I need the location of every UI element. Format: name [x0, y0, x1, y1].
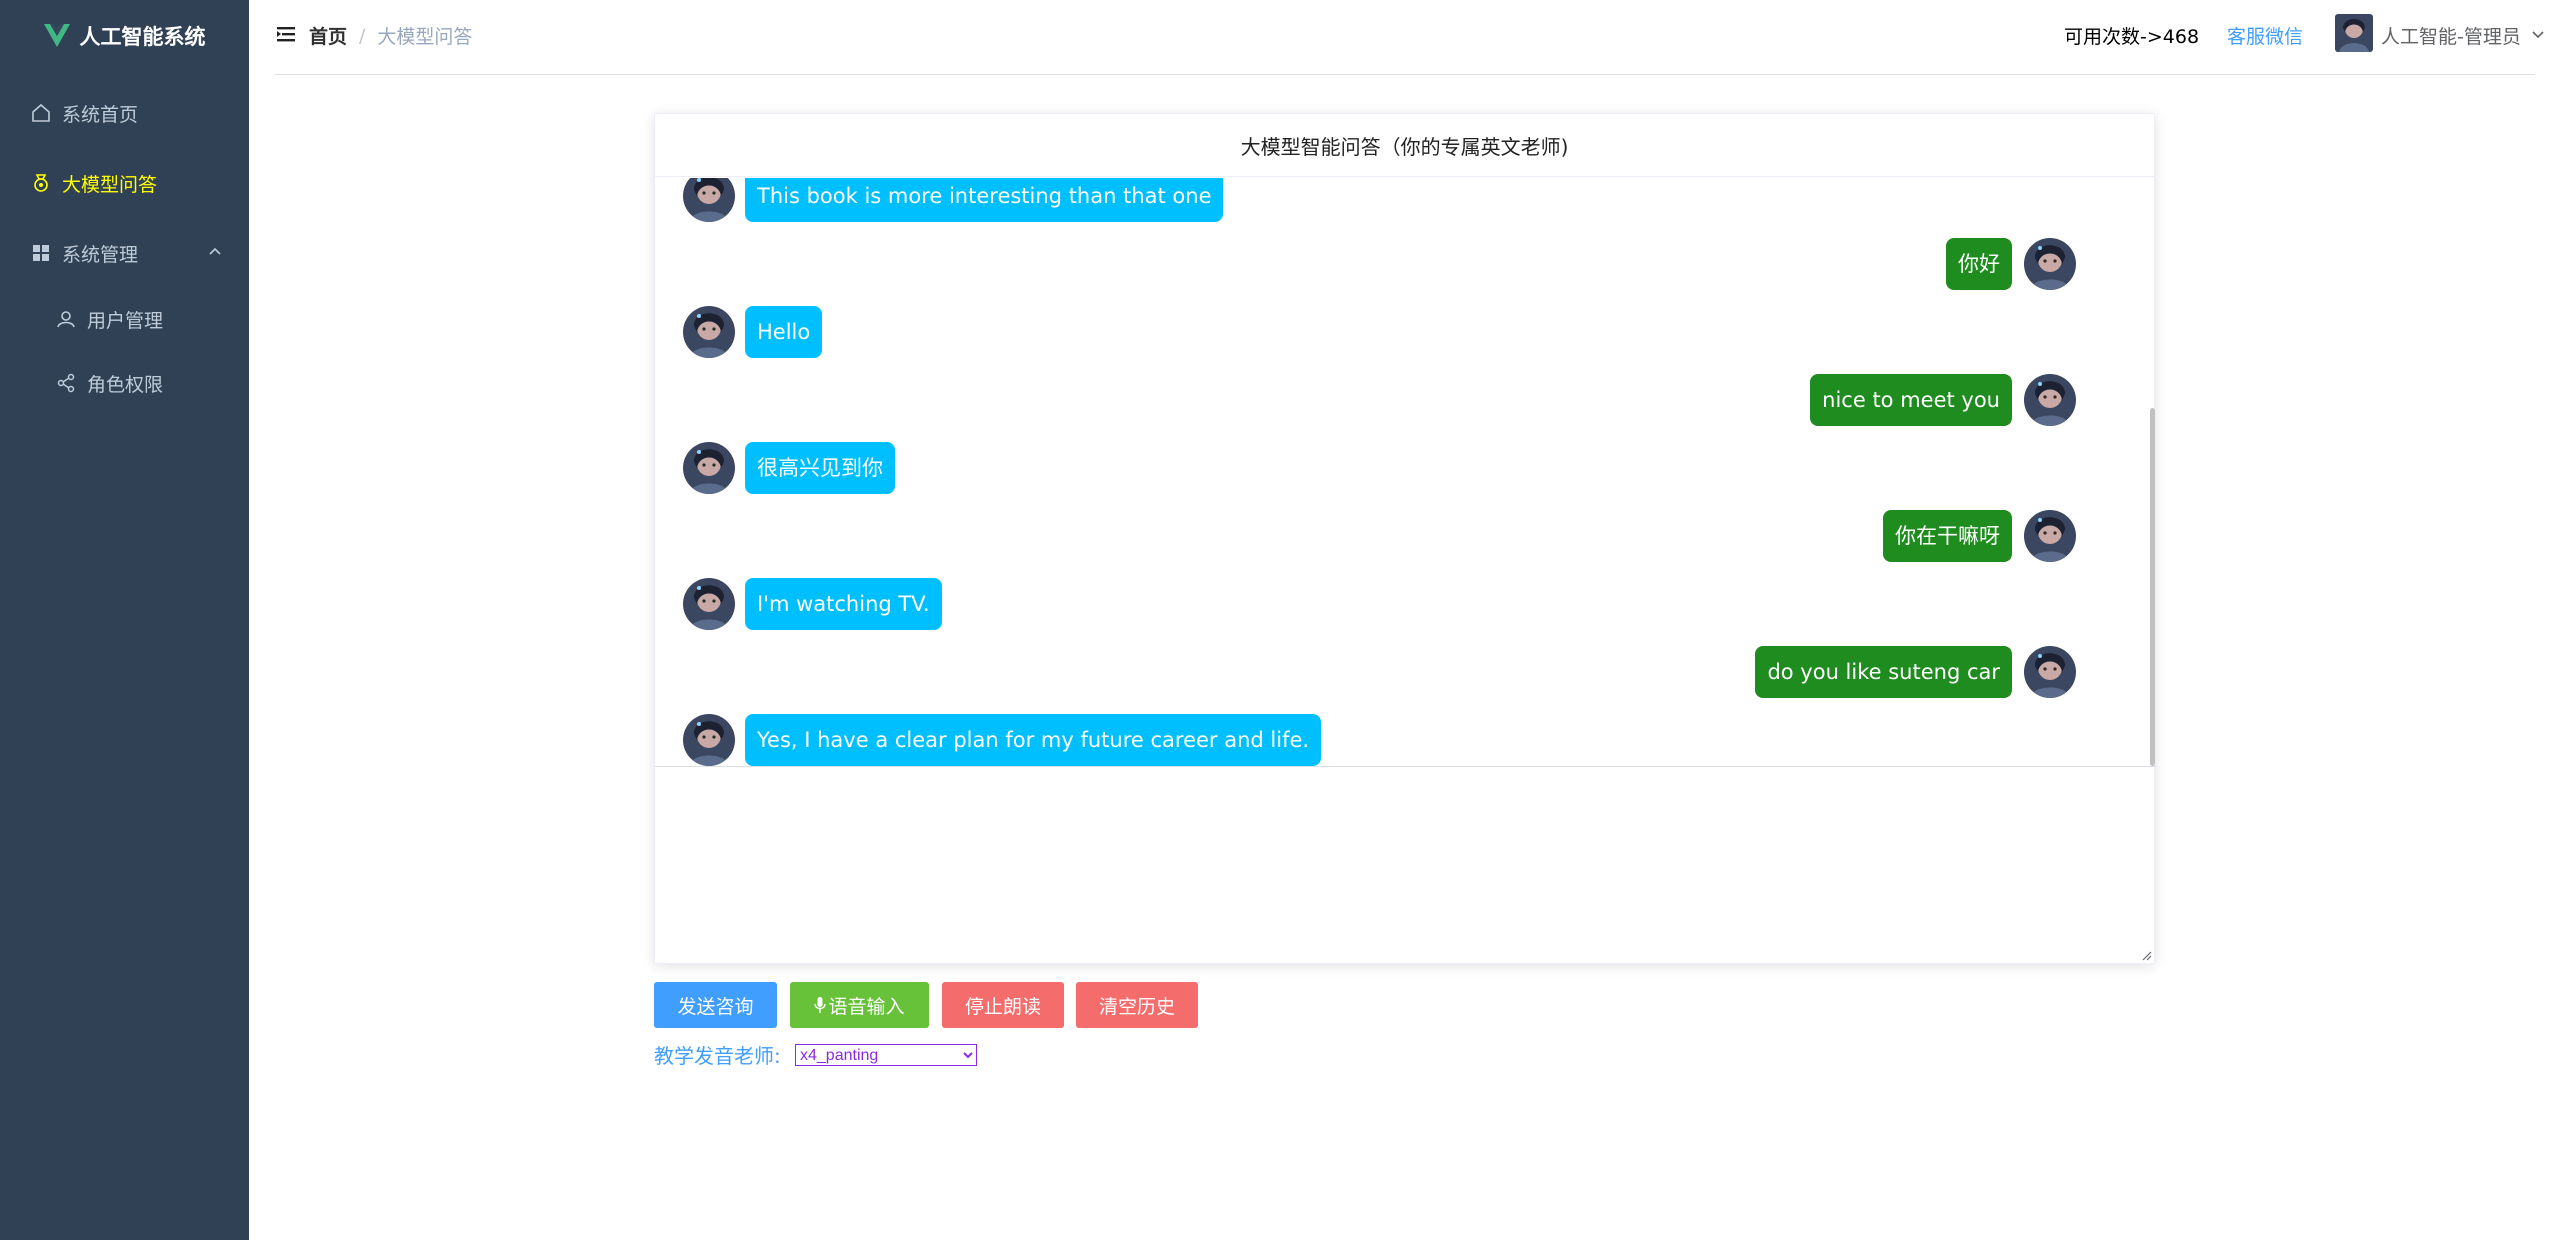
bot-avatar: [683, 306, 735, 358]
bot-avatar: [683, 578, 735, 630]
teacher-voice-select[interactable]: x4_panting: [795, 1044, 977, 1066]
stop-reading-button[interactable]: 停止朗读: [942, 982, 1064, 1028]
user-message: do you like suteng car: [1755, 646, 2076, 698]
message-bubble: 你在干嘛呀: [1883, 510, 2012, 562]
message-bubble: nice to meet you: [1810, 374, 2012, 426]
user-avatar: [2024, 646, 2076, 698]
sidebar-item-llm-qa[interactable]: 大模型问答: [0, 148, 249, 218]
teacher-voice-label: 教学发音老师:: [654, 1044, 781, 1068]
breadcrumb-separator: /: [359, 24, 366, 47]
breadcrumb-current: 大模型问答: [377, 26, 473, 48]
bot-avatar: [683, 714, 735, 766]
breadcrumb: 首页 / 大模型问答: [309, 22, 472, 49]
message-bubble: Yes, I have a clear plan for my future c…: [745, 714, 1322, 766]
message-bubble: do you like suteng car: [1755, 646, 2012, 698]
message-bubble: 很高兴见到你: [745, 442, 895, 494]
sidebar-item-label: 大模型问答: [62, 173, 158, 196]
user-avatar: [2024, 374, 2076, 426]
vue-logo-icon: [43, 24, 70, 47]
user-avatar[interactable]: [2335, 14, 2373, 52]
voice-input-label: 语音输入: [828, 996, 905, 1018]
message-bubble: 你好: [1946, 238, 2012, 290]
username[interactable]: 人工智能-管理员: [2381, 22, 2521, 49]
bot-avatar: [683, 178, 735, 222]
bot-message: Yes, I have a clear plan for my future c…: [683, 714, 1322, 766]
resize-grip-icon[interactable]: [2140, 949, 2152, 961]
chevron-up-icon: [209, 247, 221, 255]
user-message: nice to meet you: [1810, 374, 2076, 426]
medal-icon: [30, 172, 52, 194]
send-button[interactable]: 发送咨询: [654, 982, 777, 1028]
sidebar-item-home[interactable]: 系统首页: [0, 78, 249, 148]
chat-messages[interactable]: This book is more interesting than that …: [655, 178, 2156, 766]
sidebar-item-system-admin[interactable]: 系统管理: [0, 218, 249, 288]
sidebar-item-label: 系统管理: [62, 243, 139, 266]
sidebar-item-user-management[interactable]: 用户管理: [0, 284, 249, 354]
message-bubble: I'm watching TV.: [745, 578, 942, 630]
bot-avatar: [683, 442, 735, 494]
chat-card: 大模型智能问答（你的专属英文老师) This book is more inte…: [654, 113, 2156, 965]
message-input[interactable]: [655, 766, 2156, 965]
bot-message: This book is more interesting than that …: [683, 178, 1224, 222]
user-message: 你好: [1946, 238, 2076, 290]
scrollbar[interactable]: [2148, 178, 2156, 766]
bot-message: Hello: [683, 306, 823, 358]
header: 首页 / 大模型问答 可用次数->468 客服微信 人工智能-管理员: [249, 0, 2560, 72]
usage-count: 可用次数->468: [2064, 26, 2200, 48]
chat-title: 大模型智能问答（你的专属英文老师): [655, 114, 2154, 177]
sidebar-item-label: 用户管理: [87, 309, 164, 332]
sidebar-item-role-permission[interactable]: 角色权限: [0, 348, 249, 418]
bot-message: I'm watching TV.: [683, 578, 942, 630]
logo[interactable]: 人工智能系统: [0, 0, 249, 72]
breadcrumb-home[interactable]: 首页: [309, 22, 347, 49]
logo-text: 人工智能系统: [79, 25, 206, 49]
app-root: 人工智能系统 系统首页 大模型问答 系统管理 用户管理 角色权限 首页 / 大模…: [0, 0, 2560, 1240]
scrollbar-thumb[interactable]: [2150, 408, 2155, 766]
user-avatar: [2024, 238, 2076, 290]
home-icon: [30, 102, 52, 124]
sidebar-item-label: 角色权限: [87, 373, 164, 396]
sidebar: 人工智能系统 系统首页 大模型问答 系统管理 用户管理 角色权限: [0, 0, 249, 1240]
sidebar-item-label: 系统首页: [62, 103, 139, 126]
bot-message: 很高兴见到你: [683, 442, 895, 494]
share-icon: [55, 372, 77, 394]
clear-history-button[interactable]: 清空历史: [1076, 982, 1198, 1028]
user-avatar: [2024, 510, 2076, 562]
header-divider: [275, 74, 2535, 75]
message-bubble: Hello: [745, 306, 823, 358]
microphone-icon: [814, 997, 827, 1013]
voice-input-button[interactable]: 语音输入: [790, 982, 929, 1028]
customer-service-link[interactable]: 客服微信: [2227, 22, 2303, 49]
message-bubble: This book is more interesting than that …: [745, 178, 1224, 222]
user-icon: [55, 308, 77, 330]
chevron-down-icon[interactable]: [2531, 30, 2545, 40]
grid-icon: [30, 242, 52, 264]
hamburger-icon[interactable]: [277, 26, 295, 42]
user-message: 你在干嘛呀: [1883, 510, 2076, 562]
